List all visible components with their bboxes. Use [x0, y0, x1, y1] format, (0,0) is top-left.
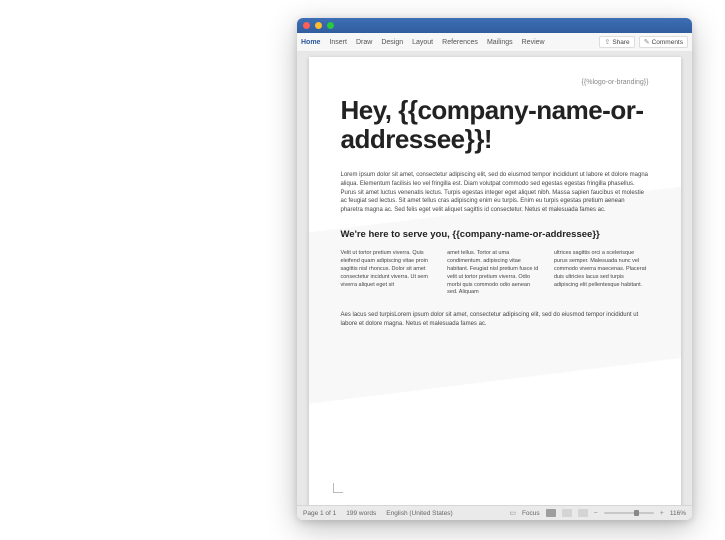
sub-heading[interactable]: We're here to serve you, {{company-name-… — [341, 229, 649, 240]
ribbon-bar: Home Insert Draw Design Layout Reference… — [297, 33, 692, 52]
comments-button[interactable]: ✎ Comments — [639, 36, 688, 48]
outro-paragraph[interactable]: Aes lacus sed turpisLorem ipsum dolor si… — [341, 311, 649, 328]
document-area[interactable]: {{%logo-or-branding}} Hey, {{company-nam… — [297, 52, 692, 505]
intro-paragraph[interactable]: Lorem ipsum dolor sit amet, consectetur … — [341, 171, 649, 214]
document-page[interactable]: {{%logo-or-branding}} Hey, {{company-nam… — [309, 57, 681, 505]
zoom-slider[interactable] — [604, 512, 654, 514]
share-icon: ⇪ — [604, 38, 610, 46]
tab-draw[interactable]: Draw — [356, 39, 372, 46]
zoom-percentage[interactable]: 116% — [670, 510, 686, 517]
view-print-icon[interactable] — [562, 509, 572, 517]
page-heading[interactable]: Hey, {{company-name-or-addressee}}! — [341, 96, 649, 153]
share-label: Share — [612, 39, 629, 46]
word-count[interactable]: 199 words — [346, 510, 376, 517]
close-icon[interactable] — [303, 22, 310, 29]
language-indicator[interactable]: English (United States) — [386, 510, 452, 517]
ribbon-right: ⇪ Share ✎ Comments — [599, 36, 688, 48]
tab-layout[interactable]: Layout — [412, 39, 433, 46]
tab-design[interactable]: Design — [381, 39, 403, 46]
zoom-in-button[interactable]: + — [660, 510, 664, 517]
status-right: ▭ Focus − + 116% — [509, 509, 686, 517]
column-1[interactable]: Velit ut tortor pretium viverra. Quis el… — [341, 250, 436, 298]
tab-review[interactable]: Review — [522, 39, 545, 46]
status-bar: Page 1 of 1 199 words English (United St… — [297, 505, 692, 520]
zoom-out-button[interactable]: − — [594, 510, 598, 517]
share-button[interactable]: ⇪ Share — [599, 36, 634, 48]
column-3[interactable]: ultrices sagittis orci a scelerisque pur… — [554, 250, 649, 298]
tab-mailings[interactable]: Mailings — [487, 39, 513, 46]
maximize-icon[interactable] — [327, 22, 334, 29]
ribbon-tabs: Home Insert Draw Design Layout Reference… — [301, 39, 599, 46]
focus-mode-button[interactable]: Focus — [522, 510, 540, 517]
window-titlebar[interactable] — [297, 18, 692, 33]
column-2[interactable]: amet tellus. Tortor at uma condimentum. … — [447, 250, 542, 298]
comment-icon: ✎ — [644, 38, 650, 46]
comments-label: Comments — [652, 39, 683, 46]
crop-mark-icon — [333, 483, 343, 493]
view-web-icon[interactable] — [578, 509, 588, 517]
view-read-icon[interactable] — [546, 509, 556, 517]
tab-home[interactable]: Home — [301, 39, 320, 46]
status-left: Page 1 of 1 199 words English (United St… — [303, 510, 499, 517]
word-window: Home Insert Draw Design Layout Reference… — [297, 18, 692, 520]
tab-references[interactable]: References — [442, 39, 478, 46]
logo-placeholder: {{%logo-or-branding}} — [341, 79, 649, 86]
page-indicator[interactable]: Page 1 of 1 — [303, 510, 336, 517]
tab-insert[interactable]: Insert — [329, 39, 347, 46]
minimize-icon[interactable] — [315, 22, 322, 29]
focus-icon: ▭ — [509, 509, 516, 517]
text-columns: Velit ut tortor pretium viverra. Quis el… — [341, 250, 649, 298]
